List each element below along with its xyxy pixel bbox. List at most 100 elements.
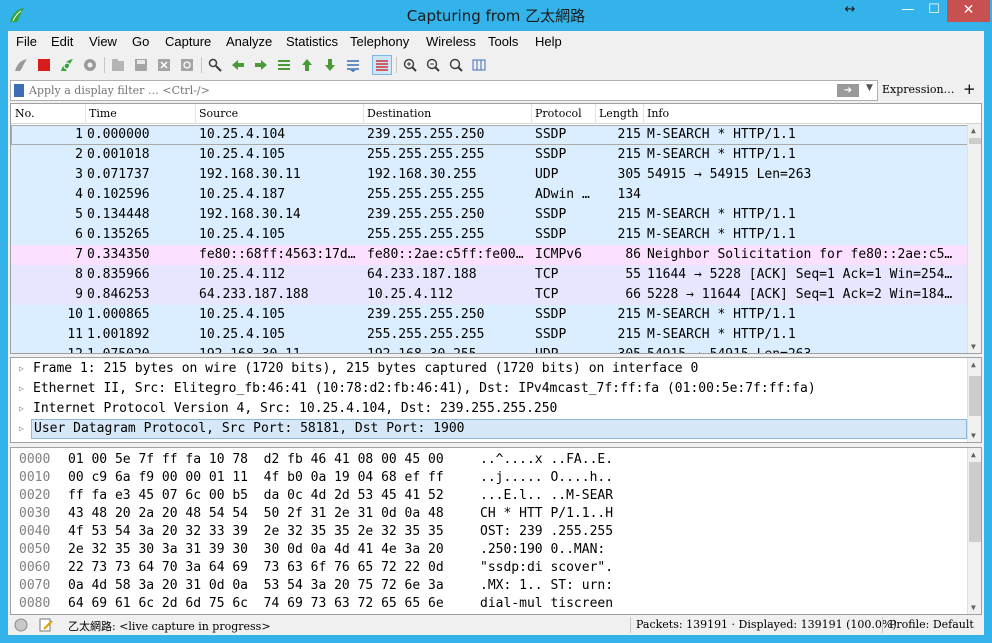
col-header-protocol[interactable]: Protocol	[535, 107, 582, 120]
scrollbar-thumb[interactable]	[969, 462, 981, 542]
menu-tools[interactable]: Tools	[488, 34, 518, 49]
colorize-list-icon[interactable]	[372, 55, 392, 75]
stop-capture-icon[interactable]	[34, 55, 54, 75]
zoom-in-icon[interactable]	[400, 55, 420, 75]
hex-row[interactable]: 0040 4f 53 54 3a 20 32 33 39 2e 32 35 35 …	[11, 523, 969, 541]
go-to-packet-icon[interactable]	[274, 55, 294, 75]
hex-row[interactable]: 0000 01 00 5e 7f ff fa 10 78 d2 fb 46 41 …	[11, 451, 969, 469]
hex-row[interactable]: 0010 00 c9 6a f9 00 00 01 11 4f b0 0a 19 …	[11, 469, 969, 487]
auto-scroll-icon[interactable]	[343, 55, 363, 75]
reload-file-icon[interactable]	[177, 55, 197, 75]
capture-options-gear-icon[interactable]	[80, 55, 100, 75]
hex-row[interactable]: 0060 22 73 73 64 70 3a 64 69 73 63 6f 76 …	[11, 559, 969, 577]
hex-hex: ff fa e3 45 07 6c 00 b5 da 0c 4d 2d 53 4…	[68, 488, 444, 503]
find-packet-icon[interactable]	[205, 55, 225, 75]
bytes-scrollbar[interactable]: ▲ ▼	[967, 448, 981, 614]
title-bar[interactable]: Capturing from 乙太網路 ↔ — ☐ ✕	[0, 0, 992, 31]
go-forward-arrow-icon[interactable]	[251, 55, 271, 75]
detail-row-frame[interactable]: ▷ Frame 1: 215 bytes on wire (1720 bits),…	[11, 359, 969, 379]
packet-row[interactable]: 2 0.001018 10.25.4.105 255.255.255.255 SSDP 2…	[11, 145, 969, 165]
display-filter-input[interactable]	[29, 82, 829, 99]
filter-dropdown-icon[interactable]: ▼	[866, 83, 873, 93]
hex-row[interactable]: 0050 2e 32 35 30 3a 31 39 30 30 0d 0a 4d …	[11, 541, 969, 559]
display-filter-field[interactable]: ➜ ▼	[10, 80, 878, 101]
hex-row[interactable]: 0080 64 69 61 6c 2d 6d 75 6c 74 69 73 63 …	[11, 595, 969, 613]
detail-row-ip[interactable]: ▷ Internet Protocol Version 4, Src: 10.25…	[11, 399, 969, 419]
packet-row[interactable]: 1 0.000000 10.25.4.104 239.255.255.250 SSDP 2…	[11, 125, 969, 145]
menu-statistics[interactable]: Statistics	[286, 34, 338, 49]
start-capture-icon[interactable]	[11, 55, 31, 75]
expand-arrow-icon[interactable]: ▷	[19, 359, 24, 379]
hex-off: 0070	[19, 578, 51, 593]
packet-row[interactable]: 11 1.001892 10.25.4.105 255.255.255.255 SSDP…	[11, 325, 969, 345]
open-file-icon[interactable]	[108, 55, 128, 75]
restart-capture-icon[interactable]	[57, 55, 77, 75]
expand-arrow-icon[interactable]: ▷	[19, 379, 24, 399]
first-packet-icon[interactable]	[297, 55, 317, 75]
cell-src: 64.233.187.188	[199, 287, 309, 302]
expression-button[interactable]: Expression…	[882, 83, 955, 96]
zoom-out-icon[interactable]	[423, 55, 443, 75]
menu-analyze[interactable]: Analyze	[226, 34, 272, 49]
detail-row-udp[interactable]: ▷ User Datagram Protocol, Src Port: 58181…	[11, 419, 969, 439]
close-button[interactable]: ✕	[947, 0, 990, 22]
col-header-info[interactable]: Info	[647, 107, 669, 120]
go-back-arrow-icon[interactable]	[228, 55, 248, 75]
scroll-down-icon[interactable]: ▼	[971, 431, 976, 440]
add-filter-button[interactable]: +	[963, 80, 976, 98]
menu-view[interactable]: View	[89, 34, 117, 49]
hex-row[interactable]: 0070 0a 4d 58 3a 20 31 0d 0a 53 54 3a 20 …	[11, 577, 969, 595]
scroll-down-icon[interactable]: ▼	[971, 342, 976, 351]
packet-row[interactable]: 9 0.846253 64.233.187.188 10.25.4.112 TCP 66 5…	[11, 285, 969, 305]
col-header-destination[interactable]: Destination	[367, 107, 431, 120]
last-packet-icon[interactable]	[320, 55, 340, 75]
menu-go[interactable]: Go	[132, 34, 149, 49]
details-scrollbar[interactable]: ▲ ▼	[967, 358, 981, 442]
col-header-time[interactable]: Time	[89, 107, 117, 120]
scroll-up-icon[interactable]: ▲	[971, 360, 976, 369]
maximize-button[interactable]: ☐	[921, 0, 947, 22]
packet-row[interactable]: 5 0.134448 192.168.30.14 239.255.255.250 SSD…	[11, 205, 969, 225]
col-header-source[interactable]: Source	[199, 107, 238, 120]
packet-row[interactable]: 10 1.000865 10.25.4.105 239.255.255.250 SSDP…	[11, 305, 969, 325]
cell-time: 1.075020	[87, 345, 150, 353]
normal-size-icon[interactable]	[446, 55, 466, 75]
packet-list-scrollbar[interactable]: ▲ ▼	[967, 124, 981, 353]
hex-row[interactable]: 0020 ff fa e3 45 07 6c 00 b5 da 0c 4d 2d …	[11, 487, 969, 505]
close-file-icon[interactable]	[154, 55, 174, 75]
scroll-down-icon[interactable]: ▼	[971, 603, 976, 612]
scrollbar-thumb[interactable]	[969, 138, 981, 144]
hex-row[interactable]: 0030 43 48 20 2a 20 48 54 54 50 2f 31 2e …	[11, 505, 969, 523]
cell-dst: 10.25.4.112	[367, 287, 454, 302]
menu-help[interactable]: Help	[535, 34, 562, 49]
col-header-length[interactable]: Length	[599, 107, 638, 120]
bookmark-icon[interactable]	[14, 84, 24, 97]
detail-row-ethernet[interactable]: ▷ Ethernet II, Src: Elitegro_fb:46:41 (10…	[11, 379, 969, 399]
minimize-button[interactable]: —	[895, 0, 921, 22]
packet-row[interactable]: 4 0.102596 10.25.4.187 255.255.255.255 ADwin…	[11, 185, 969, 205]
resize-columns-icon[interactable]	[469, 55, 489, 75]
menu-file[interactable]: File	[16, 34, 37, 49]
expand-arrow-icon[interactable]: ▷	[19, 419, 24, 439]
cell-info: M-SEARCH * HTTP/1.1	[647, 127, 796, 142]
expert-info-icon[interactable]	[14, 618, 28, 632]
cell-no: 1	[75, 127, 83, 142]
col-header-no[interactable]: No.	[15, 107, 35, 120]
packet-row[interactable]: 3 0.071737 192.168.30.11 192.168.30.255 UDP 3…	[11, 165, 969, 185]
packet-row[interactable]: 12 1.075020 192.168.30.11 192.168.30.255 UDP…	[11, 345, 969, 353]
packet-row[interactable]: 8 0.835966 10.25.4.112 64.233.187.188 TCP 55 1…	[11, 265, 969, 285]
apply-filter-arrow-icon[interactable]: ➜	[837, 84, 859, 97]
scroll-up-icon[interactable]: ▲	[971, 126, 976, 135]
menu-capture[interactable]: Capture	[165, 34, 211, 49]
scroll-up-icon[interactable]: ▲	[971, 450, 976, 459]
menu-edit[interactable]: Edit	[51, 34, 73, 49]
profile-status[interactable]: Profile: Default	[889, 618, 974, 631]
expand-arrow-icon[interactable]: ▷	[19, 399, 24, 419]
menu-telephony[interactable]: Telephony	[350, 34, 409, 49]
save-file-icon[interactable]	[131, 55, 151, 75]
scrollbar-thumb[interactable]	[969, 376, 981, 416]
capture-comment-icon[interactable]	[38, 617, 54, 633]
packet-row[interactable]: 7 0.334350 fe80::68ff:4563:17d… fe80::2ae:c…	[11, 245, 969, 265]
packet-row[interactable]: 6 0.135265 10.25.4.105 255.255.255.255 SSDP 2…	[11, 225, 969, 245]
menu-wireless[interactable]: Wireless	[426, 34, 476, 49]
